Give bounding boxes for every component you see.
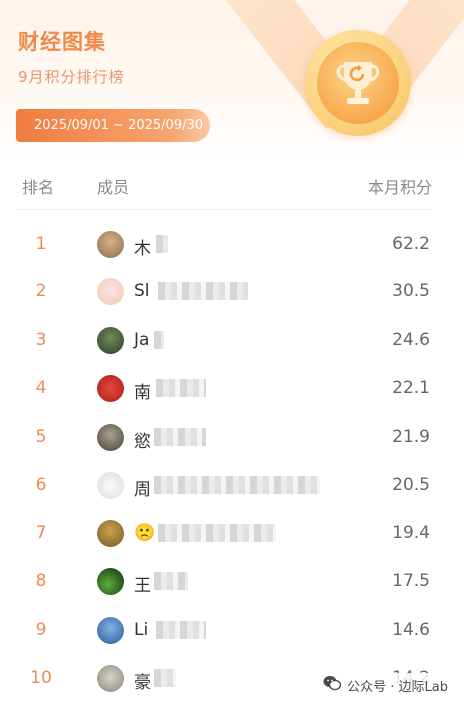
member-name: 木 — [134, 239, 151, 259]
blurred-name — [156, 235, 168, 253]
table-row[interactable]: 3 Ja 24.6 — [0, 317, 464, 365]
score-value: 17.5 — [392, 571, 430, 591]
member-name: Li — [134, 620, 149, 640]
avatar — [97, 568, 124, 595]
avatar — [97, 327, 124, 354]
member-name: 南 — [134, 383, 151, 403]
member-name: 慾 — [134, 432, 151, 452]
rank-number: 4 — [35, 378, 47, 398]
avatar — [97, 424, 124, 451]
blurred-name — [156, 379, 206, 397]
table-row[interactable]: 6 周 20.5 — [0, 462, 464, 510]
blurred-name — [154, 428, 206, 446]
member-name: Ja — [134, 330, 150, 350]
blurred-name — [158, 524, 276, 542]
page-subtitle: 9月积分排行榜 — [18, 68, 125, 86]
blurred-name — [156, 621, 206, 639]
score-value: 19.4 — [392, 523, 430, 543]
rank-number: 1 — [35, 234, 47, 254]
rank-number: 5 — [35, 427, 47, 447]
page-title: 财经图集 — [18, 30, 106, 54]
rank-number: 3 — [35, 330, 47, 350]
avatar — [97, 617, 124, 644]
blurred-name — [158, 282, 248, 300]
member-name: 王 — [134, 576, 151, 596]
member-name: 🙁 — [134, 523, 156, 543]
trophy-medal — [305, 30, 411, 136]
column-header-rank: 排名 — [22, 178, 55, 197]
member-name: 周 — [134, 480, 151, 500]
score-value: 14.6 — [392, 620, 430, 640]
wechat-icon — [323, 675, 342, 695]
rank-number: 10 — [30, 668, 52, 688]
table-row[interactable]: 4 南 22.1 — [0, 365, 464, 413]
header-banner: 财经图集 9月积分排行榜 2025/09/01 ~ 2025/09/30 — [0, 0, 464, 165]
blurred-name — [154, 331, 164, 349]
blurred-name — [154, 572, 188, 590]
trophy-icon — [317, 42, 399, 124]
column-header-score: 本月积分 — [367, 178, 432, 197]
date-range-badge: 2025/09/01 ~ 2025/09/30 — [16, 109, 210, 142]
avatar — [97, 375, 124, 402]
rank-number: 8 — [35, 571, 47, 591]
table-row[interactable]: 9 Li 14.6 — [0, 607, 464, 655]
rank-number: 7 — [35, 523, 47, 543]
blurred-name — [154, 476, 320, 494]
table-header: 排名 成员 本月积分 — [16, 162, 432, 210]
table-row[interactable]: 1 木 62.2 — [0, 221, 464, 269]
table-row[interactable]: 8 王 17.5 — [0, 558, 464, 606]
blurred-name — [154, 669, 176, 687]
score-value: 20.5 — [392, 475, 430, 495]
avatar — [97, 231, 124, 258]
member-name: Sl — [134, 281, 150, 301]
score-value: 30.5 — [392, 281, 430, 301]
score-value: 21.9 — [392, 427, 430, 447]
table-row[interactable]: 5 慾 21.9 — [0, 414, 464, 462]
avatar — [97, 520, 124, 547]
rank-number: 6 — [35, 475, 47, 495]
score-value: 24.6 — [392, 330, 430, 350]
score-value: 22.1 — [392, 378, 430, 398]
member-name: 豪 — [134, 673, 151, 693]
rank-number: 9 — [35, 620, 47, 640]
avatar — [97, 278, 124, 305]
rank-number: 2 — [35, 281, 47, 301]
score-value: 62.2 — [392, 234, 430, 254]
table-row[interactable]: 7 🙁 19.4 — [0, 510, 464, 558]
watermark-text: 公众号 · 边际Lab — [347, 679, 448, 695]
watermark: 公众号 · 边际Lab — [319, 673, 452, 697]
table-row[interactable]: 2 Sl 30.5 — [0, 268, 464, 316]
column-header-member: 成员 — [97, 178, 130, 197]
avatar — [97, 665, 124, 692]
avatar — [97, 472, 124, 499]
